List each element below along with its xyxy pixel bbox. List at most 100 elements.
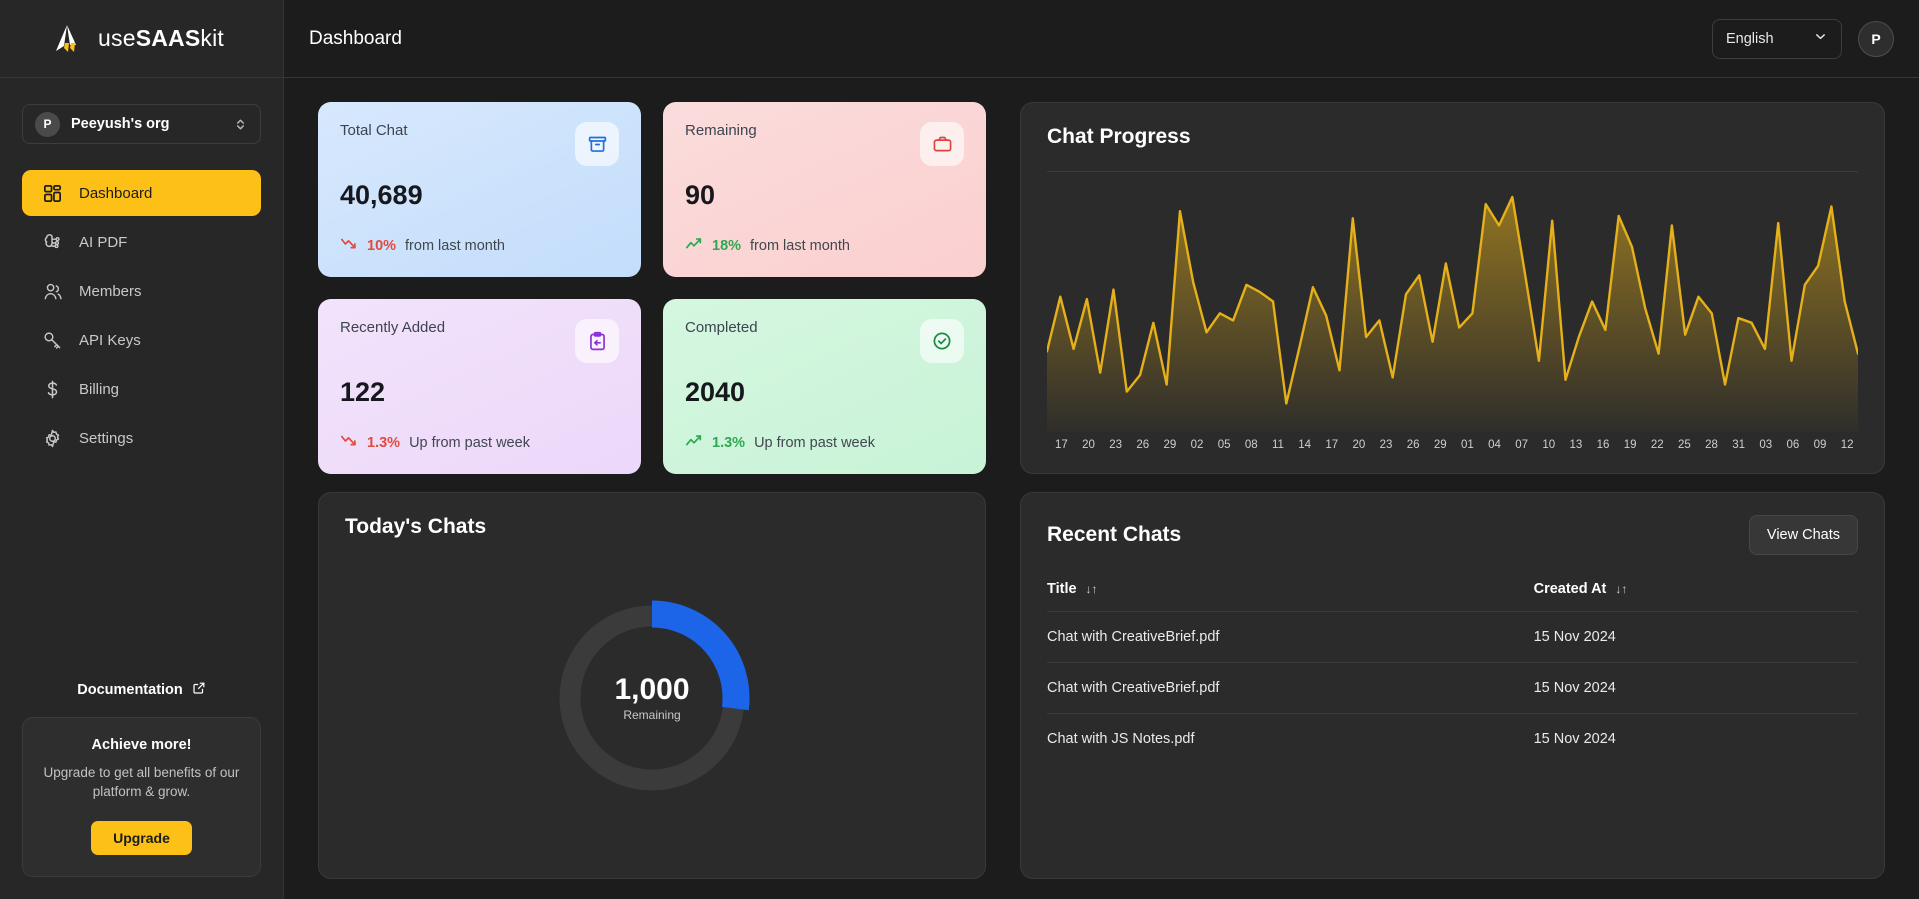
trend-up-icon	[685, 432, 703, 454]
x-tick-label: 09	[1814, 439, 1827, 451]
stat-delta-text: Up from past week	[409, 435, 530, 451]
stat-delta-percent: 1.3%	[367, 435, 400, 451]
cell-created-at: 15 Nov 2024	[1534, 612, 1858, 663]
stat-value: 2040	[685, 377, 964, 408]
cell-title: Chat with CreativeBrief.pdf	[1047, 663, 1534, 714]
x-tick-label: 10	[1542, 439, 1555, 451]
recent-chats-panel: Recent Chats View Chats Title ↓↑ Created …	[1020, 492, 1885, 879]
x-tick-label: 20	[1353, 439, 1366, 451]
stat-card-total-chat: Total Chat 40,689	[318, 102, 641, 277]
avatar[interactable]: P	[1858, 21, 1894, 57]
usesaaskit-logo-icon	[52, 22, 86, 56]
topbar-actions: English P	[1712, 19, 1894, 59]
x-tick-label: 16	[1597, 439, 1610, 451]
x-tick-label: 28	[1705, 439, 1718, 451]
dashboard-content: Total Chat 40,689	[284, 78, 1919, 899]
stat-delta: 1.3% Up from past week	[340, 432, 619, 454]
table-body: Chat with CreativeBrief.pdf15 Nov 2024Ch…	[1047, 612, 1858, 765]
sidebar-item-members[interactable]: Members	[22, 268, 261, 314]
language-select[interactable]: English	[1712, 19, 1842, 59]
documentation-link[interactable]: Documentation	[22, 681, 261, 699]
org-avatar: P	[35, 112, 60, 137]
column-label: Title	[1047, 581, 1077, 597]
chevron-up-down-icon	[233, 117, 248, 132]
stat-card-remaining: Remaining 90	[663, 102, 986, 277]
x-tick-label: 23	[1109, 439, 1122, 451]
sidebar-item-ai-pdf[interactable]: AI PDF	[22, 219, 261, 265]
chevron-down-icon	[1813, 29, 1828, 48]
sidebar: useSAASkit P Peeyush's org Dashboard	[0, 0, 284, 899]
stat-value: 40,689	[340, 180, 619, 211]
dashboard-grid-icon	[41, 182, 63, 204]
sidebar-item-label: Dashboard	[79, 185, 152, 202]
upgrade-description: Upgrade to get all benefits of our platf…	[39, 763, 244, 802]
brand-logo[interactable]: useSAASkit	[0, 0, 283, 78]
members-people-icon	[41, 280, 63, 302]
x-tick-label: 29	[1434, 439, 1447, 451]
sidebar-footer: Documentation Achieve more! Upgrade to g…	[0, 681, 283, 899]
x-tick-label: 29	[1164, 439, 1177, 451]
x-tick-label: 14	[1298, 439, 1311, 451]
chat-progress-chart: 1720232629020508111417202326290104071013…	[1047, 171, 1858, 451]
documentation-label: Documentation	[77, 682, 183, 698]
table-header-row: Title ↓↑ Created At↓↑	[1047, 581, 1858, 612]
stat-label: Recently Added	[340, 319, 445, 336]
page-title: Dashboard	[309, 28, 402, 50]
brand-suffix: kit	[200, 25, 224, 51]
sort-arrows-icon[interactable]: ↓↑	[1615, 582, 1627, 596]
x-tick-label: 26	[1136, 439, 1149, 451]
stat-value: 122	[340, 377, 619, 408]
sidebar-item-billing[interactable]: Billing	[22, 366, 261, 412]
stat-label: Completed	[685, 319, 758, 336]
sidebar-item-api-keys[interactable]: API Keys	[22, 317, 261, 363]
external-link-icon	[192, 681, 206, 699]
donut-value: 1,000	[614, 673, 689, 707]
x-tick-label: 04	[1488, 439, 1501, 451]
x-tick-label: 12	[1841, 439, 1854, 451]
sidebar-item-label: AI PDF	[79, 234, 127, 251]
column-header-title[interactable]: Title ↓↑	[1047, 581, 1534, 612]
donut-center-label: 1,000 Remaining	[554, 600, 750, 796]
cell-created-at: 15 Nov 2024	[1534, 663, 1858, 714]
todays-chats-title: Today's Chats	[345, 515, 959, 539]
stat-delta-text: Up from past week	[754, 435, 875, 451]
brand-name: useSAASkit	[98, 25, 224, 52]
brand-bold: SAAS	[136, 25, 201, 51]
sidebar-item-settings[interactable]: Settings	[22, 415, 261, 461]
cell-title: Chat with CreativeBrief.pdf	[1047, 612, 1534, 663]
stat-delta-text: from last month	[405, 238, 505, 254]
archive-box-icon	[575, 122, 619, 166]
view-chats-button[interactable]: View Chats	[1749, 515, 1858, 555]
area-chart	[1047, 182, 1858, 432]
column-header-created-at[interactable]: Created At↓↑	[1534, 581, 1858, 612]
stat-delta: 1.3% Up from past week	[685, 432, 964, 454]
sidebar-nav: Dashboard AI PDF	[0, 170, 283, 461]
x-tick-label: 19	[1624, 439, 1637, 451]
upgrade-button[interactable]: Upgrade	[91, 821, 192, 855]
x-tick-label: 17	[1325, 439, 1338, 451]
stat-delta-text: from last month	[750, 238, 850, 254]
recent-chats-title: Recent Chats	[1047, 523, 1181, 547]
x-tick-label: 31	[1732, 439, 1745, 451]
stat-delta-percent: 1.3%	[712, 435, 745, 451]
chart-top-divider	[1047, 171, 1858, 172]
ai-brain-icon	[41, 231, 63, 253]
table-row[interactable]: Chat with JS Notes.pdf15 Nov 2024	[1047, 714, 1858, 765]
table-row[interactable]: Chat with CreativeBrief.pdf15 Nov 2024	[1047, 663, 1858, 714]
donut-wrap: 1,000 Remaining	[345, 539, 959, 856]
org-switcher[interactable]: P Peeyush's org	[22, 104, 261, 144]
x-tick-label: 02	[1191, 439, 1204, 451]
x-tick-label: 08	[1245, 439, 1258, 451]
language-value: English	[1726, 31, 1774, 47]
x-tick-label: 07	[1515, 439, 1528, 451]
table-head: Title ↓↑ Created At↓↑	[1047, 581, 1858, 612]
x-tick-label: 01	[1461, 439, 1474, 451]
chart-x-axis: 1720232629020508111417202326290104071013…	[1047, 432, 1858, 451]
table-row[interactable]: Chat with CreativeBrief.pdf15 Nov 2024	[1047, 612, 1858, 663]
x-tick-label: 22	[1651, 439, 1664, 451]
x-tick-label: 11	[1272, 439, 1284, 451]
sort-arrows-icon[interactable]: ↓↑	[1086, 582, 1098, 596]
sidebar-item-dashboard[interactable]: Dashboard	[22, 170, 261, 216]
recent-chats-table: Title ↓↑ Created At↓↑ Chat with CreativeB…	[1047, 581, 1858, 764]
x-tick-label: 20	[1082, 439, 1095, 451]
